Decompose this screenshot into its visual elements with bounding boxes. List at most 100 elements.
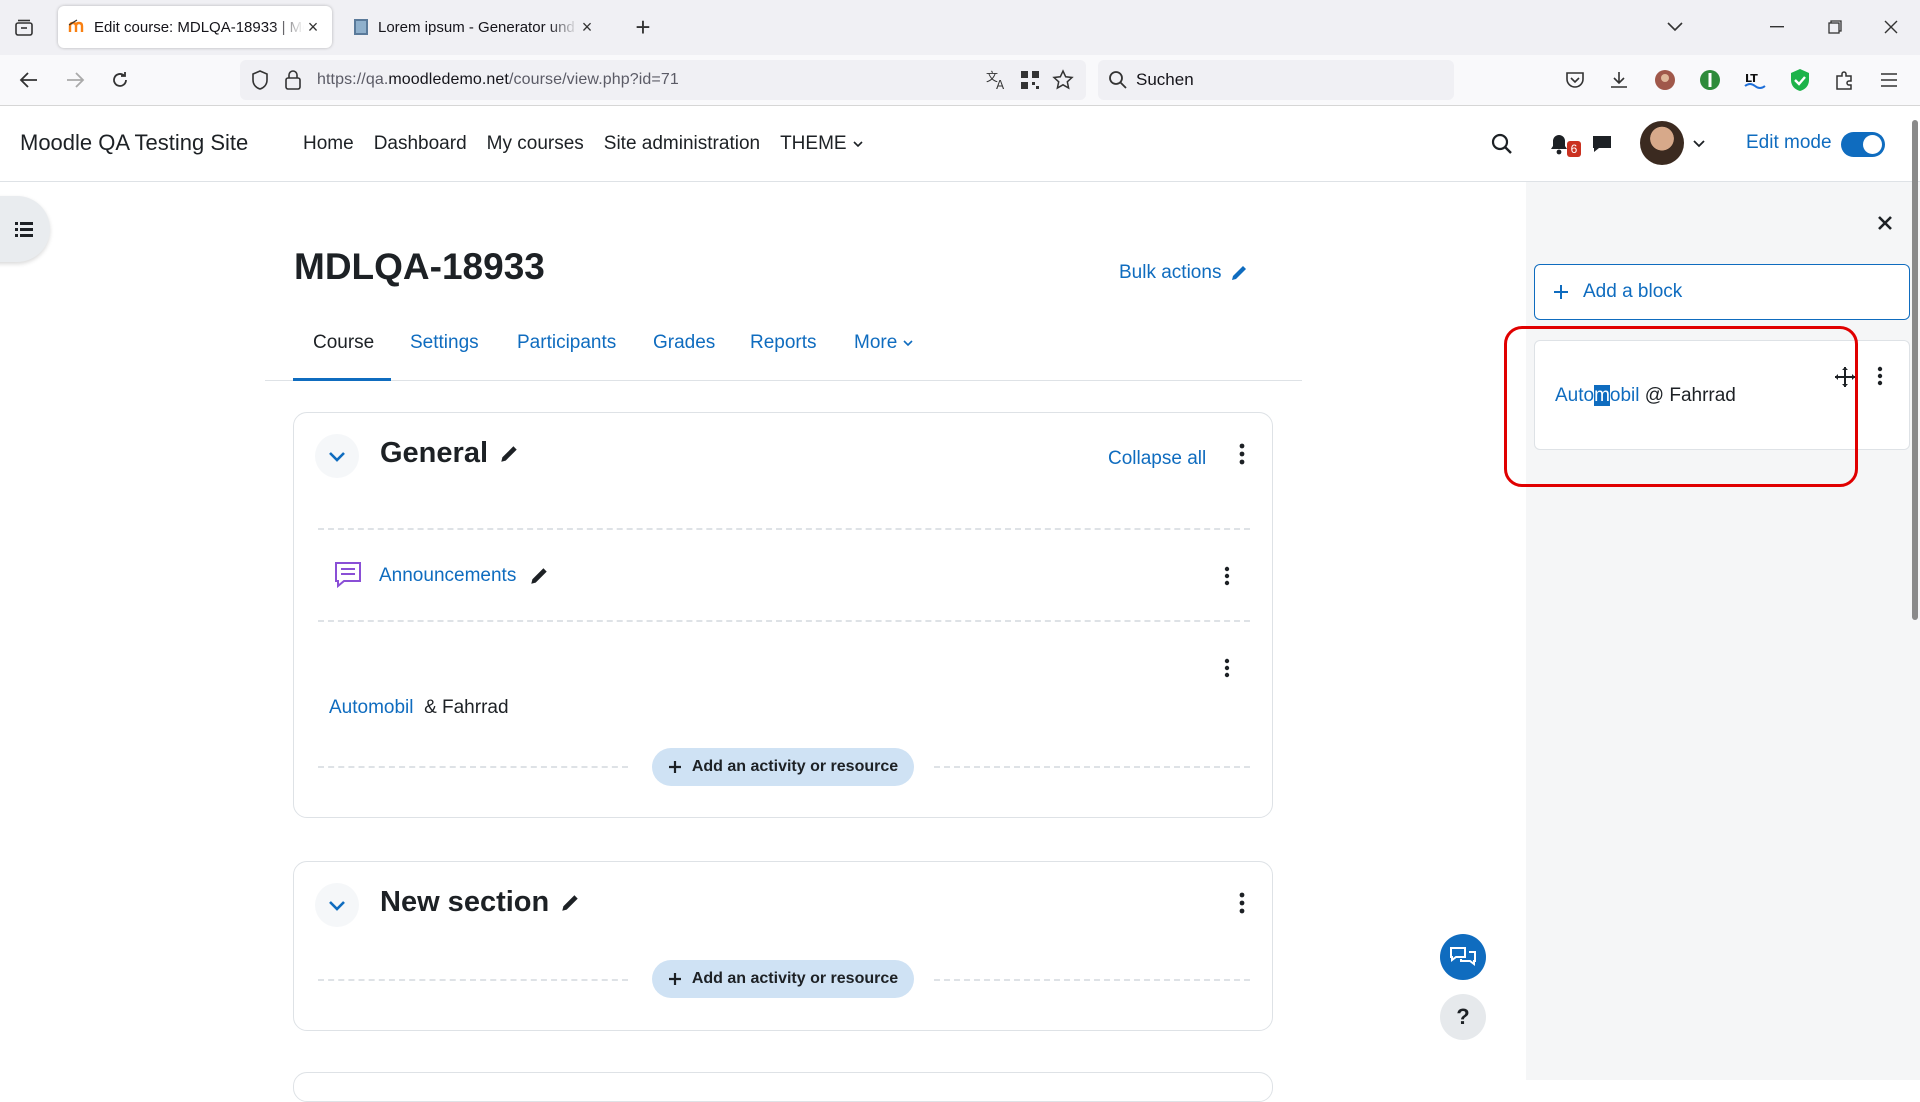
tab-list-icon[interactable] bbox=[10, 14, 38, 42]
label-menu-kebab-icon[interactable] bbox=[1217, 655, 1237, 681]
shield-icon[interactable] bbox=[250, 69, 270, 91]
pencil-icon[interactable] bbox=[528, 565, 550, 587]
ublock-extension-icon[interactable] bbox=[1697, 67, 1723, 93]
divider bbox=[934, 979, 1250, 981]
user-menu-chevron-icon[interactable] bbox=[1692, 138, 1706, 150]
tab-grades[interactable]: Grades bbox=[653, 332, 715, 354]
browser-nav-bar: https://qa.moodledemo.net/course/view.ph… bbox=[0, 55, 1920, 106]
tab-lorem-ipsum[interactable]: Lorem ipsum - Generator und Infos × bbox=[342, 6, 606, 48]
svg-text:A: A bbox=[996, 78, 1005, 91]
scrollbar[interactable] bbox=[1912, 120, 1918, 620]
plus-icon bbox=[668, 761, 681, 773]
nav-theme[interactable]: THEME bbox=[780, 133, 863, 155]
messages-icon[interactable] bbox=[1589, 132, 1615, 156]
edit-mode-label: Edit mode bbox=[1746, 132, 1832, 153]
forum-icon bbox=[335, 562, 361, 589]
divider bbox=[318, 979, 628, 981]
add-activity-button[interactable]: Add an activity or resource bbox=[652, 960, 914, 998]
nav-my-courses[interactable]: My courses bbox=[487, 133, 584, 155]
url-bar[interactable]: https://qa.moodledemo.net/course/view.ph… bbox=[240, 60, 1086, 100]
search-icon[interactable] bbox=[1490, 132, 1514, 156]
pencil-icon[interactable] bbox=[559, 892, 581, 914]
chat-bubbles-icon bbox=[1450, 947, 1476, 966]
section-menu-kebab-icon[interactable] bbox=[1232, 890, 1252, 916]
section-collapse-chevron[interactable] bbox=[315, 883, 359, 927]
chevron-down-icon bbox=[329, 900, 345, 911]
chevron-down-icon bbox=[903, 339, 913, 346]
lock-icon[interactable] bbox=[284, 70, 302, 90]
forward-icon[interactable] bbox=[60, 65, 90, 95]
url-text[interactable]: https://qa.moodledemo.net/course/view.ph… bbox=[317, 71, 679, 89]
add-block-label: Add a block bbox=[1583, 281, 1683, 302]
menu-hamburger-icon[interactable] bbox=[1876, 67, 1902, 93]
divider bbox=[318, 528, 1250, 530]
browser-tab-bar: Edit course: MDLQA-18933 | Moodle QA Tes… bbox=[0, 0, 1920, 55]
add-block-button[interactable]: Add a block bbox=[1534, 264, 1910, 320]
nav-dashboard[interactable]: Dashboard bbox=[374, 133, 467, 155]
qr-code-icon[interactable] bbox=[1020, 70, 1040, 90]
search-placeholder: Suchen bbox=[1136, 70, 1194, 89]
site-name[interactable]: Moodle QA Testing Site bbox=[20, 130, 248, 156]
document-favicon-icon bbox=[354, 19, 368, 35]
divider bbox=[318, 766, 628, 768]
reload-icon[interactable] bbox=[105, 65, 135, 95]
help-button[interactable]: ? bbox=[1440, 994, 1486, 1040]
close-tab-icon[interactable]: × bbox=[304, 17, 322, 37]
tab-reports[interactable]: Reports bbox=[750, 332, 817, 354]
add-activity-button[interactable]: Add an activity or resource bbox=[652, 748, 914, 786]
profile-extension-icon[interactable] bbox=[1652, 67, 1678, 93]
section-collapse-chevron[interactable] bbox=[315, 434, 359, 478]
close-tab-icon[interactable]: × bbox=[578, 17, 596, 37]
pocket-icon[interactable] bbox=[1562, 67, 1588, 93]
section-title[interactable]: New section bbox=[380, 886, 581, 919]
bulk-actions-button[interactable]: Bulk actions bbox=[1119, 262, 1249, 284]
tab-title: Lorem ipsum - Generator und Infos bbox=[378, 18, 578, 36]
tab-edit-course[interactable]: Edit course: MDLQA-18933 | Moodle QA Tes… bbox=[58, 6, 332, 48]
restore-icon[interactable] bbox=[1820, 12, 1850, 42]
chevron-down-icon bbox=[853, 140, 863, 147]
edit-mode-toggle[interactable] bbox=[1841, 132, 1885, 157]
nav-home[interactable]: Home bbox=[303, 133, 354, 155]
page-title: MDLQA-18933 bbox=[294, 246, 545, 287]
list-icon bbox=[15, 222, 33, 237]
close-drawer-icon[interactable] bbox=[1870, 208, 1900, 238]
activity-menu-kebab-icon[interactable] bbox=[1217, 563, 1237, 589]
question-mark-icon: ? bbox=[1456, 1004, 1470, 1029]
automobil-link[interactable]: Automobil bbox=[329, 697, 414, 718]
extensions-puzzle-icon[interactable] bbox=[1832, 67, 1858, 93]
search-bar[interactable]: Suchen bbox=[1098, 60, 1454, 100]
close-window-icon[interactable] bbox=[1876, 12, 1906, 42]
divider bbox=[318, 620, 1250, 622]
add-activity-label: Add an activity or resource bbox=[691, 758, 899, 775]
section-menu-kebab-icon[interactable] bbox=[1232, 441, 1252, 467]
annotation-highlight-box bbox=[1504, 326, 1858, 487]
section-new: New section Add an activity or resource bbox=[293, 861, 1273, 1031]
downloads-icon[interactable] bbox=[1606, 67, 1632, 93]
bookmark-star-icon[interactable] bbox=[1052, 69, 1074, 91]
tab-participants[interactable]: Participants bbox=[517, 332, 616, 354]
label-text: Automobil & Fahrrad bbox=[329, 697, 509, 719]
nav-theme-label: THEME bbox=[780, 133, 847, 154]
list-all-tabs-icon[interactable] bbox=[1660, 12, 1690, 42]
course-index-toggle[interactable] bbox=[0, 196, 50, 262]
bulk-actions-label: Bulk actions bbox=[1119, 262, 1222, 283]
back-icon[interactable] bbox=[14, 65, 44, 95]
pencil-icon[interactable] bbox=[498, 443, 520, 465]
translate-icon[interactable]: 文A bbox=[985, 69, 1009, 91]
tab-course[interactable]: Course bbox=[313, 332, 374, 354]
tab-settings[interactable]: Settings bbox=[410, 332, 479, 354]
section-next-partial bbox=[293, 1072, 1273, 1102]
collapse-all-link[interactable]: Collapse all bbox=[1108, 448, 1206, 470]
messaging-drawer-button[interactable] bbox=[1440, 934, 1486, 980]
nav-site-administration[interactable]: Site administration bbox=[604, 133, 760, 155]
avatar[interactable] bbox=[1640, 121, 1684, 165]
minimize-icon[interactable] bbox=[1762, 12, 1792, 42]
search-icon bbox=[1109, 71, 1127, 89]
languagetool-extension-icon[interactable]: LT bbox=[1742, 67, 1768, 93]
activity-announcements-link[interactable]: Announcements bbox=[379, 565, 516, 587]
new-tab-icon[interactable]: + bbox=[630, 14, 656, 41]
block-menu-kebab-icon[interactable] bbox=[1870, 363, 1890, 389]
tab-more[interactable]: More bbox=[854, 332, 913, 354]
section-title[interactable]: General bbox=[380, 437, 520, 470]
security-shield-extension-icon[interactable] bbox=[1787, 67, 1813, 93]
